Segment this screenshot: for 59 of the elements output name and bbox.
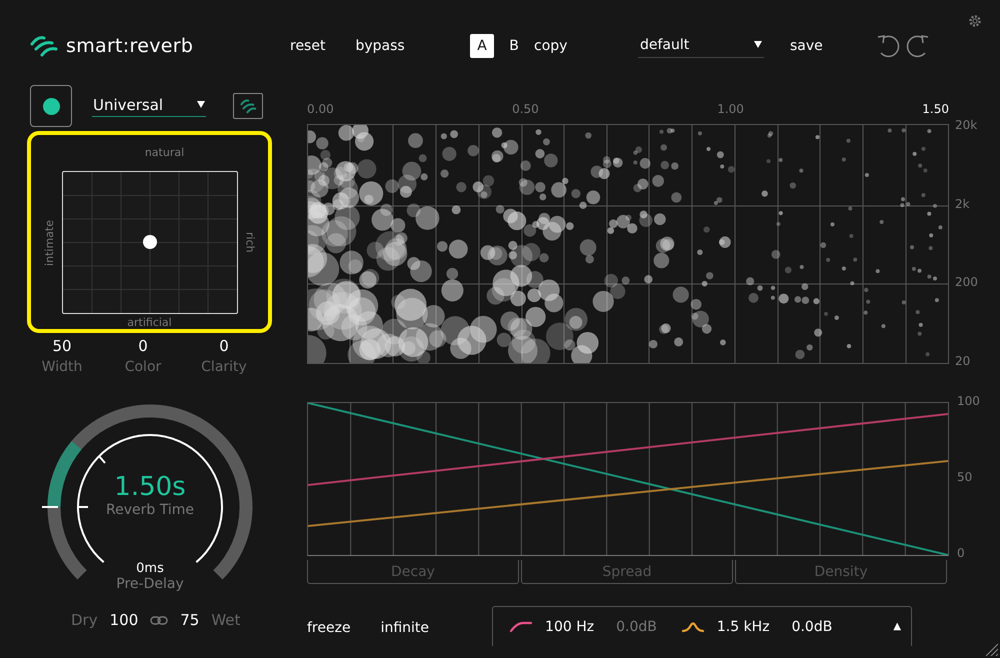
profile-dropdown[interactable]: Universal [92, 96, 206, 116]
time-axis-label: 1.50 [922, 102, 949, 118]
xy-pad[interactable] [62, 171, 238, 314]
footer-toggle[interactable]: freeze [307, 620, 351, 636]
param-value[interactable]: 50 [52, 337, 72, 355]
redo-icon[interactable] [904, 33, 931, 59]
frequency-axis-label: 200 [955, 275, 978, 290]
time-axis-label: 0.00 [307, 102, 334, 118]
dry-label: Dry [71, 611, 98, 629]
param-label: Color [124, 359, 162, 375]
wet-value[interactable]: 75 [180, 611, 200, 629]
copy-button[interactable]: copy [534, 38, 568, 54]
preset-dropdown[interactable]: default [638, 34, 764, 58]
param-label: Clarity [201, 359, 247, 375]
axis-label: artificial [127, 316, 172, 329]
reverb-time-value: 1.50s [114, 472, 186, 502]
logo-icon [30, 35, 58, 57]
axis-tick-label: 0 [957, 546, 966, 560]
header-button[interactable]: bypass [355, 38, 405, 54]
link-icon[interactable] [150, 616, 168, 624]
param-label: Width [42, 359, 82, 375]
param-value[interactable]: 0 [219, 337, 229, 355]
wave-button[interactable] [233, 93, 263, 119]
filter-gain[interactable]: 0.0dB [792, 618, 832, 634]
axis-label: natural [144, 144, 184, 160]
wave-icon [239, 98, 257, 114]
envelope-line[interactable] [308, 413, 948, 486]
pre-delay-value[interactable]: 0ms [136, 561, 164, 576]
caret-icon [754, 41, 762, 48]
footer-toggle[interactable]: infinite [380, 620, 430, 636]
settings-icon[interactable] [968, 14, 982, 28]
filter-gain[interactable]: 0.0dB [616, 618, 657, 634]
power-button[interactable] [30, 85, 72, 127]
save-button[interactable]: save [790, 38, 823, 54]
dry-value[interactable]: 100 [110, 611, 138, 629]
frequency-axis-label: 20k [955, 118, 978, 132]
filter-frequency[interactable]: 1.5 kHz [716, 618, 770, 634]
resize-grip-icon[interactable] [984, 642, 998, 656]
time-axis-label: 0.50 [512, 102, 539, 118]
axis-label: intimate [42, 220, 56, 266]
header-button[interactable]: reset [290, 38, 326, 54]
ab-toggle[interactable]: B [502, 34, 526, 58]
product-name: smart:reverb [66, 35, 194, 57]
reverb-time-label: Reverb Time [106, 502, 194, 518]
axis-tick-label: 50 [957, 470, 974, 484]
wet-label: Wet [211, 611, 240, 629]
filter-frequency[interactable]: 100 Hz [545, 618, 594, 634]
param-value[interactable]: 0 [138, 337, 148, 355]
time-axis-label: 1.00 [717, 102, 744, 118]
axis-tick-label: 100 [957, 394, 980, 408]
caret-icon [197, 101, 205, 108]
frequency-axis-label: 2k [955, 196, 971, 211]
axis-label: rich [244, 232, 256, 253]
expand-button[interactable]: ▲ [893, 621, 902, 632]
envelope-line[interactable] [308, 460, 948, 527]
pad-handle[interactable] [142, 235, 156, 249]
ab-toggle[interactable]: A [470, 34, 494, 58]
pre-delay-label: Pre-Delay [116, 576, 184, 592]
frequency-axis-label: 20 [955, 354, 972, 368]
